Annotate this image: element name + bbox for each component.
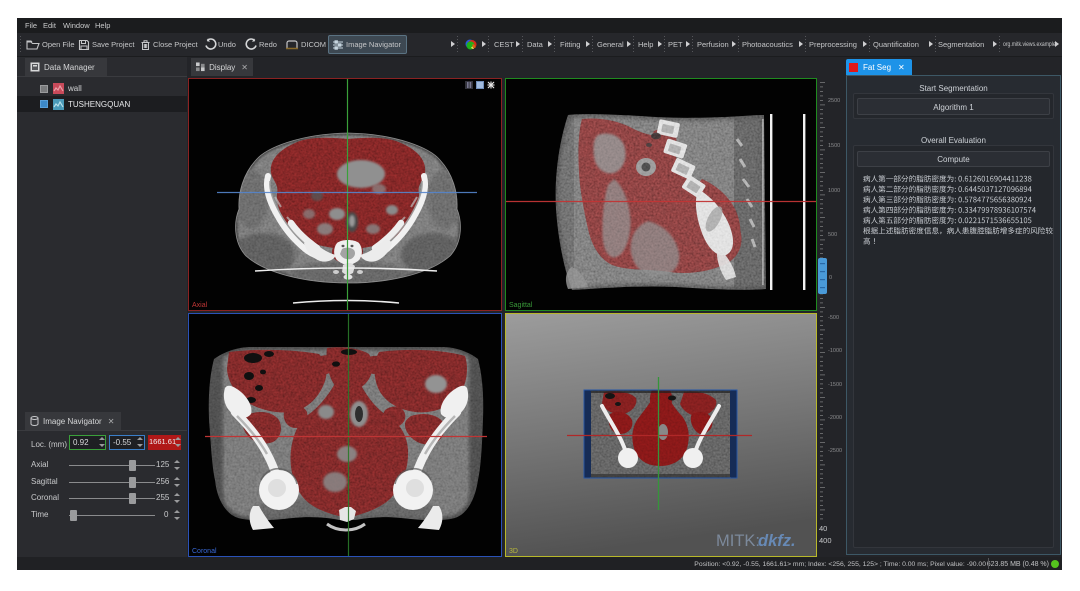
svg-text:2500: 2500 xyxy=(828,98,840,104)
svg-text:dkfz.: dkfz. xyxy=(758,532,796,550)
svg-text:0: 0 xyxy=(829,275,832,281)
svg-text:400: 400 xyxy=(819,536,832,545)
svg-text:MITK:: MITK: xyxy=(716,532,760,550)
svg-text:1500: 1500 xyxy=(828,143,840,149)
svg-text:40: 40 xyxy=(819,524,827,533)
svg-text:-500: -500 xyxy=(828,315,839,321)
svg-text:-2000: -2000 xyxy=(828,415,842,421)
svg-text:-1000: -1000 xyxy=(828,348,842,354)
svg-text:1000: 1000 xyxy=(828,188,840,194)
svg-text:Coronal: Coronal xyxy=(192,548,217,555)
svg-text:-2500: -2500 xyxy=(828,448,842,454)
svg-text:Sagittal: Sagittal xyxy=(509,302,533,309)
svg-text:Axial: Axial xyxy=(192,302,208,309)
svg-text:-1500: -1500 xyxy=(828,382,842,388)
svg-text:3D: 3D xyxy=(509,548,518,555)
svg-text:500: 500 xyxy=(828,232,837,238)
